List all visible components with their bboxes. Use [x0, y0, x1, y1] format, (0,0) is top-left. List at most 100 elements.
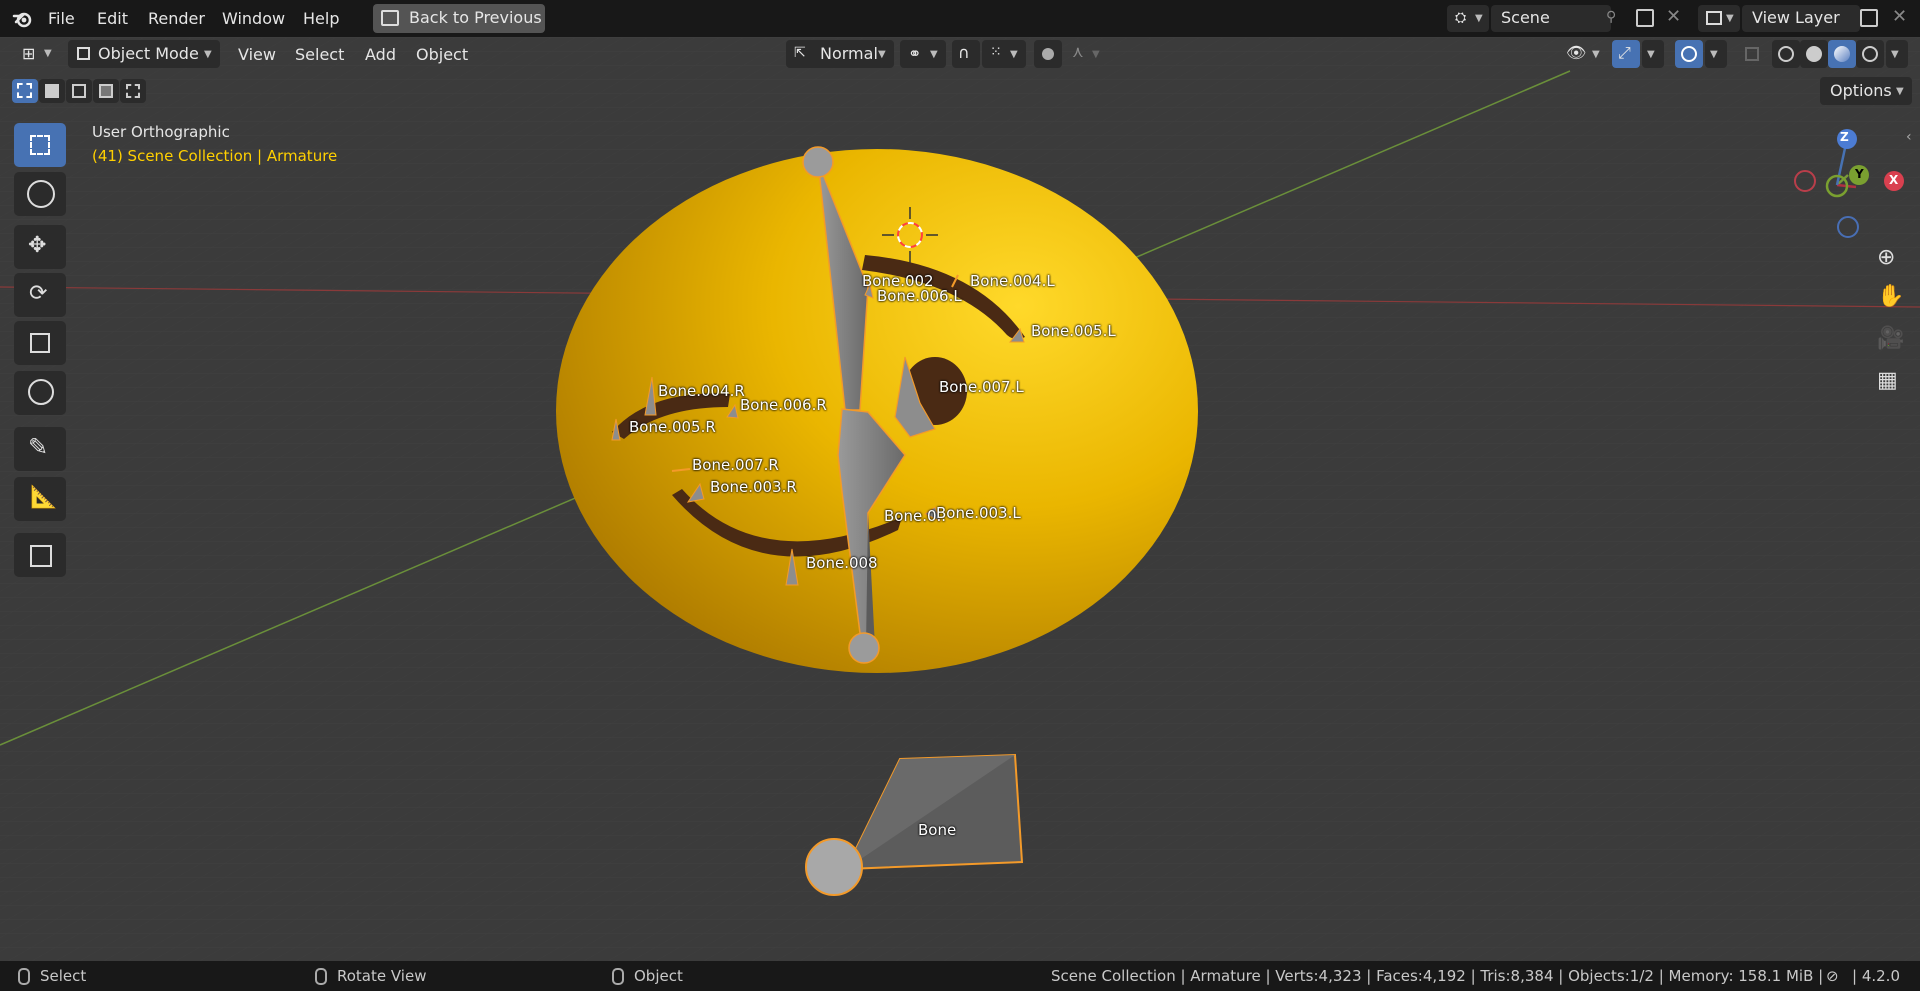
menu-render[interactable]: Render — [148, 0, 205, 37]
gizmo-dropdown[interactable]: ▼ — [1642, 40, 1664, 68]
rotate-icon: ⟳ — [29, 281, 48, 306]
bone-label: Bone — [918, 821, 957, 839]
menu-file[interactable]: File — [48, 0, 75, 37]
transform-tool[interactable] — [14, 371, 66, 415]
camera-icon: 🎥 — [1877, 326, 1905, 351]
camera-view-button[interactable]: 🎥 — [1869, 321, 1907, 359]
proportional-falloff-dropdown[interactable]: ⋏ ▼ — [1064, 40, 1108, 68]
shading-rendered[interactable] — [1856, 40, 1884, 68]
select-box-tool[interactable] — [14, 123, 66, 167]
menu-add[interactable]: Add — [365, 37, 396, 73]
scale-tool[interactable] — [14, 321, 66, 365]
select-intersect-icon — [126, 84, 140, 98]
menu-object[interactable]: Object — [416, 37, 468, 73]
bone-label: Bone.005.R — [629, 418, 716, 436]
options-dropdown[interactable]: Options ▼ — [1820, 77, 1912, 105]
falloff-icon: ⋏ — [1072, 42, 1084, 61]
shading-solid[interactable] — [1800, 40, 1828, 68]
eye-icon: 👁 — [1566, 43, 1587, 62]
gizmo-icon: ⤢ — [1618, 43, 1631, 62]
back-to-previous-label: Back to Previous — [409, 8, 542, 27]
select-subtract-icon — [72, 84, 86, 98]
move-icon: ✥ — [28, 233, 47, 258]
select-mode-difference[interactable] — [93, 79, 119, 103]
overlays-icon — [1681, 46, 1697, 62]
chevron-down-icon: ▼ — [1647, 49, 1655, 60]
status-version: | 4.2.0 — [1852, 967, 1900, 985]
ortho-toggle-button[interactable]: ▦ — [1869, 363, 1907, 401]
rotate-tool[interactable]: ⟳ — [14, 273, 66, 317]
measure-tool[interactable]: 📐 — [14, 477, 66, 521]
object-mode-icon — [77, 47, 90, 60]
new-scene-icon[interactable] — [1636, 9, 1654, 27]
scene-type-dropdown[interactable]: ⛭ ▼ — [1447, 5, 1489, 32]
axis-y-label: Y — [1855, 167, 1864, 181]
mode-label: Object Mode — [98, 44, 199, 63]
pin-icon[interactable]: ⚲ — [1606, 9, 1616, 25]
mode-dropdown[interactable]: Object Mode ▼ — [68, 40, 220, 68]
overlays-dropdown[interactable]: ▼ — [1705, 40, 1727, 68]
collection-info: (41) Scene Collection | Armature — [92, 147, 338, 165]
overlays-toggle[interactable] — [1675, 40, 1703, 68]
zoom-icon: ⊕ — [1877, 245, 1896, 270]
delete-view-layer-icon[interactable]: ✕ — [1892, 6, 1907, 27]
shading-material[interactable] — [1828, 40, 1856, 68]
wireframe-icon — [1778, 46, 1794, 62]
zoom-button[interactable]: ⊕ — [1869, 239, 1907, 277]
select-extend-icon — [45, 84, 59, 98]
chevron-down-icon: ▼ — [1710, 49, 1718, 60]
select-mode-extend[interactable] — [39, 79, 65, 103]
scene-icon: ⛭ — [1455, 10, 1467, 26]
3d-viewport[interactable]: User Orthographic (41) Scene Collection … — [0, 37, 1920, 961]
hand-icon: ✋ — [1877, 284, 1905, 309]
menu-select[interactable]: Select — [295, 37, 344, 73]
view-layer-type-dropdown[interactable]: ▼ — [1698, 5, 1740, 32]
scene-name-field[interactable]: Scene — [1491, 5, 1611, 32]
shading-wireframe[interactable] — [1772, 40, 1800, 68]
select-mode-intersect[interactable] — [120, 79, 146, 103]
snap-target-dropdown[interactable]: ⁙ ▼ — [982, 40, 1026, 68]
editor-type-dropdown[interactable]: ⊞ ▼ — [12, 37, 58, 71]
pivot-point-dropdown[interactable]: ⚭ ▼ — [900, 40, 946, 68]
add-cube-icon — [30, 545, 52, 567]
view-name: User Orthographic — [92, 123, 230, 141]
view-layer-name-field[interactable]: View Layer — [1742, 5, 1860, 32]
xray-toggle[interactable] — [1738, 40, 1766, 68]
shading-dropdown[interactable]: ▼ — [1886, 40, 1908, 68]
scene-stats: Scene Collection | Armature | Verts:4,32… — [1051, 967, 1824, 985]
menu-help[interactable]: Help — [303, 0, 339, 37]
sidebar-toggle-icon[interactable]: ‹ — [1906, 129, 1912, 145]
chevron-down-icon: ▼ — [1726, 13, 1734, 24]
snap-toggle[interactable]: ∩ — [952, 40, 980, 68]
xray-icon — [1745, 47, 1759, 61]
chevron-down-icon: ▼ — [878, 49, 886, 60]
pan-button[interactable]: ✋ — [1869, 279, 1907, 317]
delete-scene-icon[interactable]: ✕ — [1666, 6, 1681, 27]
menu-edit[interactable]: Edit — [97, 0, 128, 37]
chevron-down-icon: ▼ — [44, 48, 52, 59]
visibility-dropdown[interactable]: 👁 ▼ — [1560, 40, 1606, 68]
proportional-editing-toggle[interactable] — [1034, 40, 1062, 68]
back-to-previous-button[interactable]: Back to Previous — [373, 4, 545, 33]
select-mode-set[interactable] — [12, 79, 38, 103]
mouse-left-icon — [18, 968, 30, 985]
bone-label: Bone.004.L — [970, 272, 1055, 290]
transform-orientation-dropdown[interactable]: ⇱ Normal ▼ — [786, 40, 894, 68]
move-tool[interactable]: ✥ — [14, 225, 66, 269]
annotate-tool[interactable]: ✎ — [14, 427, 66, 471]
status-select: Select — [40, 967, 87, 985]
select-mode-subtract[interactable] — [66, 79, 92, 103]
blender-logo-icon[interactable] — [12, 8, 34, 30]
magnet-icon: ∩ — [958, 43, 970, 62]
new-view-layer-icon[interactable] — [1860, 9, 1878, 27]
add-cube-tool[interactable] — [14, 533, 66, 577]
gizmo-toggle[interactable]: ⤢ — [1612, 40, 1640, 68]
menu-view[interactable]: View — [238, 37, 276, 73]
bone-label: Bone.005.L — [1031, 322, 1116, 340]
bone-label: Bone.003.L — [936, 504, 1021, 522]
axis-z-label: Z — [1840, 130, 1849, 144]
menu-window[interactable]: Window — [222, 0, 285, 37]
cursor-tool[interactable] — [14, 172, 66, 216]
options-label: Options — [1830, 81, 1892, 100]
snap-grid-icon: ⁙ — [990, 44, 1002, 60]
